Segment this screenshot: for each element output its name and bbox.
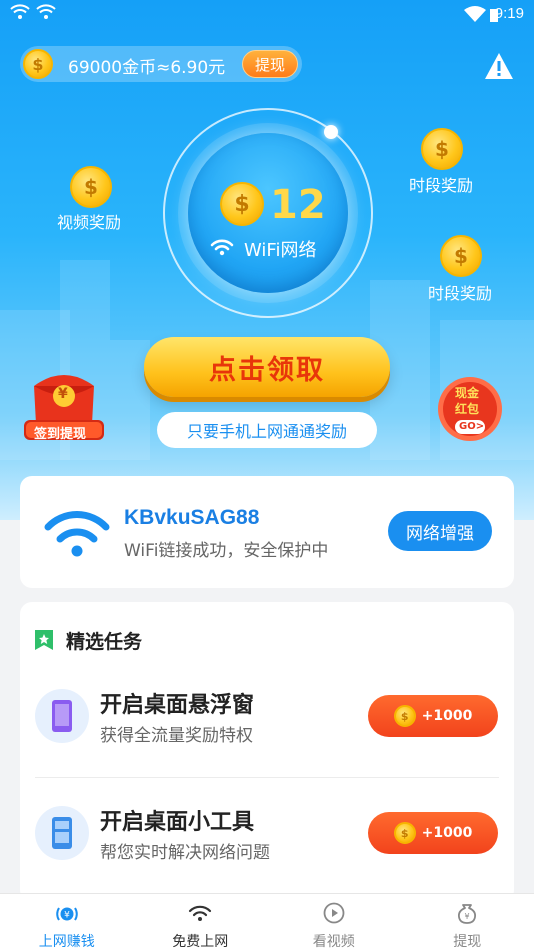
task-title: 开启桌面悬浮窗: [100, 693, 255, 718]
skyline-decoration: [110, 340, 150, 460]
withdraw-button[interactable]: 提现: [242, 50, 298, 78]
tasks-title: 精选任务: [66, 631, 143, 653]
desktop-widget-icon: [35, 806, 89, 860]
task-item[interactable]: 开启桌面小工具 帮您实时解决网络问题 $ +1000: [20, 784, 514, 884]
balance-pill[interactable]: $ 69000金币≈6.90元 提现: [20, 46, 302, 82]
wifi-signal-icon: [36, 4, 56, 24]
network-label-row: WiFi网络: [210, 236, 316, 262]
coin-icon[interactable]: $: [421, 128, 463, 170]
network-enhance-button[interactable]: 网络增强: [388, 511, 492, 551]
coin-icon[interactable]: $: [440, 235, 482, 277]
cash-label: 现金: [455, 386, 480, 400]
svg-text:¥: ¥: [465, 912, 470, 921]
wifi-ssid: KBvkuSAG88: [124, 506, 260, 529]
bottom-nav: ¥ 上网赚钱 免费上网 看视频 ¥ 提现: [0, 893, 534, 949]
task-reward-amount: +1000: [421, 708, 473, 724]
task-item[interactable]: 开启桌面悬浮窗 获得全流量奖励特权 $ +1000: [20, 667, 514, 767]
redpacket-label: 红包: [455, 402, 480, 416]
coin-icon[interactable]: $: [70, 166, 112, 208]
task-reward-button[interactable]: $ +1000: [368, 812, 498, 854]
task-reward-amount: +1000: [421, 825, 473, 841]
network-label: WiFi网络: [244, 240, 317, 261]
nav-earn[interactable]: ¥ 上网赚钱: [0, 894, 134, 949]
nav-free-internet[interactable]: 免费上网: [134, 894, 268, 949]
status-bar: 9:19: [0, 0, 534, 30]
wifi-status-text: WiFi链接成功，安全保护中: [124, 541, 329, 561]
period-reward-label[interactable]: 时段奖励: [428, 280, 492, 304]
wifi-signal-icon: [10, 4, 30, 24]
claim-button[interactable]: 点击领取: [144, 337, 390, 397]
nav-label: 上网赚钱: [38, 934, 95, 949]
bookmark-star-icon: [35, 630, 53, 654]
wifi-icon: [188, 902, 212, 928]
task-subtitle: 帮您实时解决网络问题: [100, 843, 270, 863]
period-reward-label[interactable]: 时段奖励: [409, 172, 473, 196]
coin-icon: $: [23, 49, 53, 79]
wifi-status-icon: [464, 6, 486, 26]
ring-glow-dot: [324, 125, 338, 139]
coin-icon: $: [393, 705, 416, 727]
featured-tasks-card: 精选任务 开启桌面悬浮窗 获得全流量奖励特权 $ +1000 开启桌面小工具 帮…: [20, 602, 514, 902]
yuan-symbol: ¥: [58, 386, 68, 402]
wifi-icon: [210, 238, 234, 261]
wifi-status-card: KBvkuSAG88 WiFi链接成功，安全保护中 网络增强: [20, 476, 514, 588]
nav-label: 看视频: [312, 934, 355, 949]
coin-icon: $: [220, 182, 264, 226]
reward-count: 12: [270, 182, 326, 228]
status-time: 9:19: [494, 5, 524, 22]
floating-window-icon: [35, 689, 89, 743]
play-icon: [322, 902, 346, 928]
nav-withdraw[interactable]: ¥ 提现: [401, 894, 534, 949]
coin-icon: $: [393, 822, 416, 844]
signin-withdraw-badge[interactable]: ¥ 签到提现: [22, 368, 106, 442]
svg-text:¥: ¥: [64, 911, 70, 921]
task-reward-button[interactable]: $ +1000: [368, 695, 498, 737]
video-reward-label[interactable]: 视频奖励: [57, 209, 121, 233]
task-title: 开启桌面小工具: [100, 810, 255, 835]
wifi-connected-icon: [44, 509, 110, 561]
reward-hint: 只要手机上网通通奖励: [157, 412, 377, 448]
go-label: GO>: [459, 421, 485, 432]
warning-icon[interactable]: [484, 52, 514, 84]
signin-withdraw-label: 签到提现: [34, 427, 87, 442]
nav-watch-video[interactable]: 看视频: [267, 894, 401, 949]
balance-text: 69000金币≈6.90元: [68, 58, 226, 78]
divider: [35, 777, 499, 778]
task-subtitle: 获得全流量奖励特权: [100, 726, 253, 746]
cash-redpacket-badge[interactable]: 现金 红包 GO>: [433, 376, 507, 442]
nav-label: 免费上网: [172, 934, 229, 949]
earn-icon: ¥: [55, 902, 79, 928]
nav-label: 提现: [453, 934, 482, 949]
money-bag-icon: ¥: [455, 902, 479, 928]
